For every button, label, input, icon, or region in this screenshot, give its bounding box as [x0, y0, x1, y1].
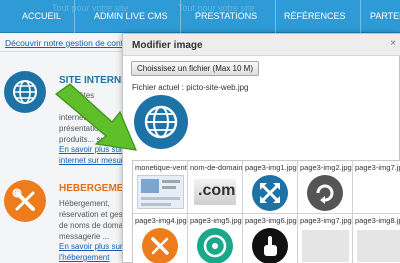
gallery-item[interactable]: page3-img4.jpg — [133, 214, 188, 263]
gallery-item[interactable]: page3-img6.jpg — [243, 214, 298, 263]
top-navigation: Tout pour votre site Tout pour votre sit… — [0, 0, 400, 33]
image-gallery: monetique-vente-en-ligne.jpg nom-de-doma… — [132, 160, 400, 263]
learn-more-hosting-link[interactable]: En savoir plus sur — [59, 242, 123, 251]
gallery-item[interactable]: monetique-vente-en-ligne.jpg — [133, 161, 188, 214]
gallery-item[interactable]: page3-img2.jpg — [298, 161, 353, 214]
gallery-item[interactable]: page3-img8.jpg — [353, 214, 400, 263]
arrow-pointer-icon — [55, 83, 137, 151]
nav-item-references[interactable]: RÉFÉRENCES — [284, 0, 346, 33]
file-name: page3-img6.jpg — [245, 216, 297, 225]
gallery-item[interactable]: page3-img7.jpg — [353, 161, 400, 214]
gallery-item[interactable]: page3-img7.jpg — [298, 214, 353, 263]
expand-arrows-icon — [252, 175, 288, 211]
nav-item-accueil[interactable]: ACCUEIL — [22, 0, 61, 33]
dialog-title: Modifier image — [132, 40, 203, 51]
discover-cms-link[interactable]: Découvrir notre gestion de conten — [5, 38, 133, 48]
section-text: réservation et ges — [59, 210, 123, 219]
gallery-item[interactable]: page3-img1.jpg — [243, 161, 298, 214]
file-name: page3-img7.jpg — [355, 163, 400, 172]
nav-divider — [360, 0, 361, 33]
file-name: page3-img4.jpg — [135, 216, 187, 225]
choose-file-button[interactable]: Choissisez un fichier (Max 10 M) — [131, 61, 259, 76]
disc-icon — [197, 228, 233, 263]
dotcom-icon: .com — [194, 179, 236, 205]
divider — [0, 51, 130, 52]
file-name: nom-de-domaine.jpg — [190, 163, 243, 172]
ecommerce-screenshot-icon — [137, 175, 184, 209]
learn-more-hosting-link[interactable]: l'hébergement — [59, 253, 109, 262]
file-name: page3-img2.jpg — [300, 163, 352, 172]
file-name: monetique-vente-en-ligne.jpg — [135, 163, 187, 172]
modify-image-dialog: Modifier image × Choissisez un fichier (… — [122, 33, 400, 263]
dialog-header: Modifier image × — [123, 34, 400, 56]
hand-pointer-icon — [252, 228, 288, 263]
nav-divider — [275, 0, 276, 33]
file-name: page3-img8.jpg — [355, 216, 400, 225]
section-text: Hébergement, — [59, 199, 110, 208]
globe-icon — [4, 71, 46, 113]
file-name: page3-img1.jpg — [245, 163, 297, 172]
partial-image-icon — [302, 230, 349, 262]
gallery-item[interactable]: nom-de-domaine.jpg .com — [188, 161, 243, 214]
section-text: messagerie ... — [59, 232, 110, 241]
nav-divider — [180, 0, 181, 33]
refresh-icon — [307, 175, 343, 211]
tools-icon — [142, 228, 178, 263]
section-text: de noms de domain — [59, 221, 130, 230]
nav-item-prestations[interactable]: PRESTATIONS — [195, 0, 257, 33]
partial-image-icon — [357, 230, 400, 262]
file-name: page3-img7.jpg — [300, 216, 352, 225]
nav-item-partenaires[interactable]: PARTENA — [370, 0, 400, 33]
file-name: page3-img5.jpg — [190, 216, 242, 225]
tools-icon — [4, 180, 46, 222]
nav-divider — [74, 0, 75, 33]
gallery-item[interactable]: page3-img5.jpg — [188, 214, 243, 263]
close-icon[interactable]: × — [390, 38, 396, 49]
nav-item-admin-live-cms[interactable]: ADMIN LIVE CMS — [94, 0, 168, 33]
